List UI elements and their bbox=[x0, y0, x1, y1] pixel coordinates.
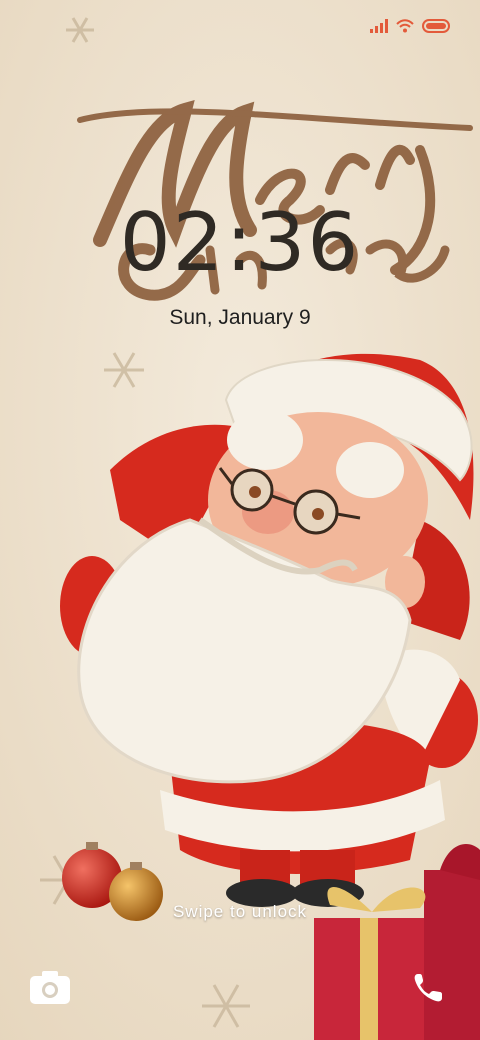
lockscreen-clock: 02:36 bbox=[119, 196, 361, 289]
swipe-to-unlock-hint[interactable]: Swipe to unlock bbox=[0, 902, 480, 922]
phone-shortcut-button[interactable] bbox=[406, 966, 450, 1010]
battery-icon bbox=[422, 19, 450, 33]
camera-icon bbox=[30, 971, 70, 1004]
wifi-icon bbox=[396, 19, 414, 33]
lockscreen-date: Sun, January 9 bbox=[169, 306, 311, 329]
phone-icon bbox=[414, 974, 442, 1002]
signal-icon bbox=[370, 19, 388, 33]
status-bar bbox=[370, 14, 450, 38]
camera-shortcut-button[interactable] bbox=[28, 966, 72, 1010]
wallpaper bbox=[0, 0, 480, 1040]
